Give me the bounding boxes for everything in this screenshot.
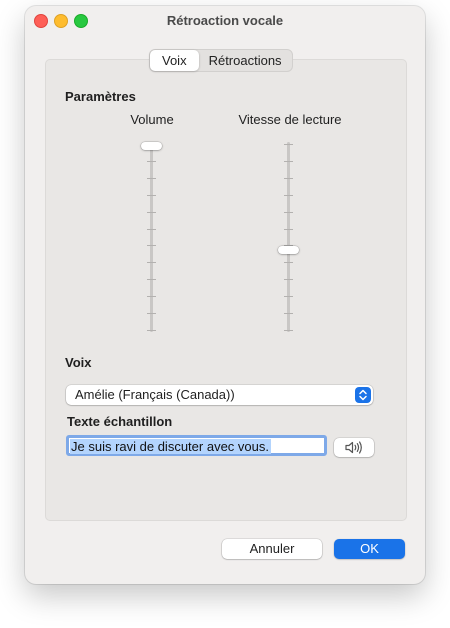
tab-voix[interactable]: Voix: [150, 50, 199, 71]
slider-tick-mark: [284, 144, 293, 145]
rate-slider-thumb[interactable]: [278, 245, 299, 254]
slider-tick-mark: [147, 262, 156, 264]
speaker-icon: [345, 441, 362, 454]
rate-slider[interactable]: [278, 142, 300, 332]
rate-slider-track: [287, 142, 290, 332]
rate-label: Vitesse de lecture: [238, 112, 342, 127]
slider-tick-mark: [147, 194, 156, 196]
title-bar[interactable]: Rétroaction vocale: [25, 6, 425, 34]
voice-popup[interactable]: Amélie (Français (Canada)): [66, 385, 373, 405]
slider-tick-mark: [284, 279, 293, 281]
speak-button[interactable]: [334, 438, 374, 457]
slider-tick-mark: [284, 313, 293, 315]
slider-tick-mark: [284, 211, 293, 213]
slider-tick-mark: [147, 245, 156, 247]
slider-tick-mark: [147, 160, 156, 162]
up-down-chevron-icon: [355, 387, 371, 403]
slider-tick-mark: [147, 211, 156, 213]
slider-tick-mark: [284, 262, 293, 264]
window-title: Rétroaction vocale: [166, 13, 284, 28]
slider-tick-mark: [284, 228, 293, 230]
settings-heading: Paramètres: [65, 89, 136, 104]
slider-tick-mark: [147, 330, 156, 331]
slider-tick-mark: [147, 177, 156, 179]
slider-tick-mark: [284, 194, 293, 196]
slider-tick-mark: [147, 228, 156, 230]
sample-heading: Texte échantillon: [67, 414, 173, 429]
sample-text-field[interactable]: Je suis ravi de discuter avec vous.: [66, 435, 327, 456]
feedback-window: Rétroaction vocale Voix Rétroactions Par…: [25, 6, 425, 584]
slider-tick-mark: [284, 330, 293, 331]
voice-heading: Voix: [65, 355, 92, 370]
slider-tick-mark: [147, 296, 156, 298]
volume-slider[interactable]: [141, 142, 163, 332]
tab-bar: Voix Rétroactions: [149, 49, 293, 72]
slider-tick-mark: [147, 313, 156, 315]
slider-tick-mark: [284, 296, 293, 298]
sample-text-value: Je suis ravi de discuter avec vous.: [70, 439, 271, 454]
tab-retroactions[interactable]: Rétroactions: [199, 50, 292, 71]
slider-tick-mark: [284, 177, 293, 179]
volume-slider-thumb[interactable]: [141, 142, 162, 150]
voice-popup-value: Amélie (Français (Canada)): [75, 387, 235, 402]
cancel-button[interactable]: Annuler: [222, 539, 322, 559]
slider-tick-mark: [284, 160, 293, 162]
ok-button[interactable]: OK: [334, 539, 405, 559]
slider-tick-mark: [147, 279, 156, 281]
volume-label: Volume: [130, 112, 174, 127]
volume-slider-track: [150, 142, 153, 332]
